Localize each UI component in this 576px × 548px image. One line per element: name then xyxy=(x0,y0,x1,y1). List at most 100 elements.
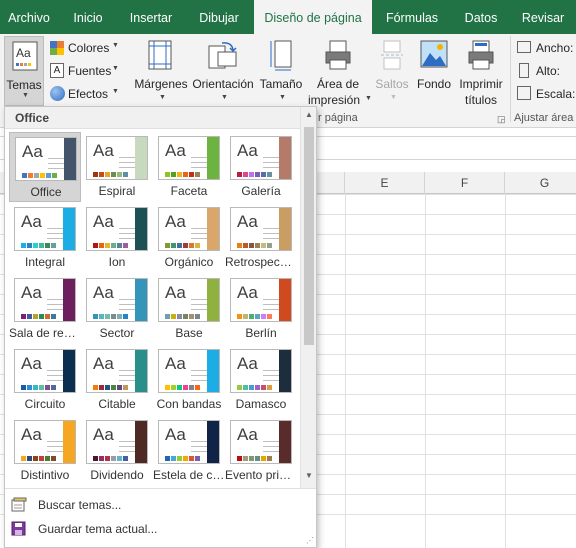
theme-text-line xyxy=(263,441,279,442)
theme-preview: Aa xyxy=(14,349,76,393)
tab-datos[interactable]: Datos xyxy=(452,0,510,34)
theme-color-swatch xyxy=(249,456,254,461)
scroll-down-icon[interactable]: ▼ xyxy=(301,468,317,484)
theme-preview: Aa xyxy=(230,420,292,464)
size-icon xyxy=(270,40,292,71)
tab-inicio[interactable]: Inicio xyxy=(62,0,114,34)
theme-thumbnail[interactable]: Aa Faceta xyxy=(153,132,225,202)
theme-text-line xyxy=(191,441,207,442)
theme-color-swatch xyxy=(189,314,194,319)
browse-themes-item[interactable]: Buscar temas... xyxy=(5,493,316,517)
margins-button[interactable]: Márgenes ▼ xyxy=(132,36,190,112)
theme-thumbnail[interactable]: Aa Damasco xyxy=(225,345,297,415)
column-header-e[interactable]: E xyxy=(345,172,425,194)
theme-preview: Aa xyxy=(86,349,148,393)
column-header-g[interactable]: G xyxy=(505,172,576,194)
height-control[interactable]: Alto: xyxy=(515,62,576,80)
theme-thumbnail[interactable]: Aa Base xyxy=(153,274,225,344)
theme-thumbnail[interactable]: Aa Con bandas xyxy=(153,345,225,415)
tab-revisar[interactable]: Revisar xyxy=(514,0,572,34)
theme-accent-bar xyxy=(279,350,291,392)
tab-dibujar[interactable]: Dibujar xyxy=(188,0,250,34)
theme-thumbnail[interactable]: Aa Sector xyxy=(81,274,153,344)
chevron-down-icon: ▼ xyxy=(112,42,119,49)
theme-accent-bar xyxy=(135,421,147,463)
print-area-button[interactable]: Área de impresión ▼ xyxy=(305,36,372,112)
theme-thumbnail[interactable]: Aa Retrospección xyxy=(225,203,297,273)
theme-accent-bar xyxy=(63,421,75,463)
width-control[interactable]: Ancho: xyxy=(515,39,576,57)
theme-font-sample: Aa xyxy=(22,142,43,161)
theme-text-line xyxy=(191,162,207,163)
effects-button[interactable]: Efectos ▼ xyxy=(48,85,120,103)
height-icon xyxy=(519,63,529,78)
tab-archivo[interactable]: Archivo xyxy=(0,0,58,34)
theme-thumbnail[interactable]: Aa Espiral xyxy=(81,132,153,202)
theme-thumbnail[interactable]: Aa Citable xyxy=(81,345,153,415)
scroll-up-icon[interactable]: ▲ xyxy=(301,107,317,123)
theme-text-line xyxy=(47,375,63,376)
breaks-button[interactable]: Saltos ▼ xyxy=(372,36,412,112)
print-titles-button[interactable]: Imprimir títulos xyxy=(455,36,507,112)
theme-accent-bar xyxy=(63,279,75,321)
theme-font-sample: Aa xyxy=(93,212,114,231)
theme-color-swatch xyxy=(93,456,98,461)
theme-font-sample: Aa xyxy=(93,141,114,160)
svg-text:Aa: Aa xyxy=(16,46,31,60)
theme-thumbnail[interactable]: Aa Estela de condensación xyxy=(153,416,225,486)
colors-button[interactable]: Colores ▼ xyxy=(48,39,120,57)
theme-thumbnail[interactable]: Aa Office xyxy=(9,132,81,202)
theme-color-swatch xyxy=(249,243,254,248)
theme-color-swatch xyxy=(237,172,242,177)
theme-thumbnail[interactable]: Aa Ion xyxy=(81,203,153,273)
theme-color-swatch xyxy=(255,314,260,319)
theme-color-swatch xyxy=(237,456,242,461)
theme-color-swatch xyxy=(99,314,104,319)
theme-color-swatch xyxy=(177,385,182,390)
print-titles-label-2: títulos xyxy=(464,93,497,107)
theme-color-swatch xyxy=(177,172,182,177)
tab-formulas[interactable]: Fórmulas xyxy=(376,0,448,34)
theme-color-swatch xyxy=(261,456,266,461)
theme-text-line xyxy=(47,380,63,381)
theme-color-swatch xyxy=(111,172,116,177)
scale-label: Escala: xyxy=(536,87,576,101)
theme-color-swatch xyxy=(267,385,272,390)
tab-diseno-de-pagina[interactable]: Diseño de página xyxy=(254,0,372,36)
theme-preview: Aa xyxy=(86,207,148,251)
orientation-button[interactable]: Orientación ▼ xyxy=(190,36,256,112)
column-header[interactable] xyxy=(318,172,345,194)
theme-name: Evento principal xyxy=(225,468,297,482)
theme-thumbnail[interactable]: Aa Dividendo xyxy=(81,416,153,486)
fonts-button[interactable]: A Fuentes ▼ xyxy=(48,62,120,80)
theme-thumbnail[interactable]: Aa Evento principal xyxy=(225,416,297,486)
theme-color-swatch xyxy=(45,314,50,319)
theme-thumbnail[interactable]: Aa Berlín xyxy=(225,274,297,344)
theme-text-line xyxy=(48,158,64,159)
save-theme-item[interactable]: Guardar tema actual... xyxy=(5,517,316,541)
theme-thumbnail[interactable]: Aa Circuito xyxy=(9,345,81,415)
column-header-f[interactable]: F xyxy=(425,172,505,194)
theme-text-line xyxy=(119,441,135,442)
theme-color-swatch xyxy=(171,314,176,319)
theme-color-swatch xyxy=(51,243,56,248)
tab-insertar[interactable]: Insertar xyxy=(120,0,182,34)
scroll-thumb[interactable] xyxy=(304,127,314,345)
theme-color-swatch xyxy=(46,173,51,178)
theme-thumbnail[interactable]: Aa Orgánico xyxy=(153,203,225,273)
themes-button[interactable]: Aa Temas ▼ xyxy=(4,36,44,106)
height-label: Alto: xyxy=(536,64,561,78)
theme-font-sample: Aa xyxy=(237,141,258,160)
theme-thumbnail[interactable]: Aa Integral xyxy=(9,203,81,273)
background-button[interactable]: Fondo xyxy=(413,36,455,112)
dialog-launcher-icon[interactable]: ◲ xyxy=(497,114,506,125)
theme-thumbnail[interactable]: Aa Galería xyxy=(225,132,297,202)
size-button[interactable]: Tamaño ▼ xyxy=(257,36,305,112)
gallery-scrollbar[interactable]: ▲ ▼ xyxy=(300,107,316,488)
scale-control[interactable]: Escala: xyxy=(515,85,576,103)
theme-color-swatch xyxy=(189,456,194,461)
theme-thumbnail[interactable]: Aa Sala de reuniones xyxy=(9,274,81,344)
theme-thumbnail[interactable]: Aa Distintivo xyxy=(9,416,81,486)
chevron-down-icon: ▼ xyxy=(279,94,286,101)
resize-grip-icon[interactable]: ⋰ xyxy=(306,537,314,545)
